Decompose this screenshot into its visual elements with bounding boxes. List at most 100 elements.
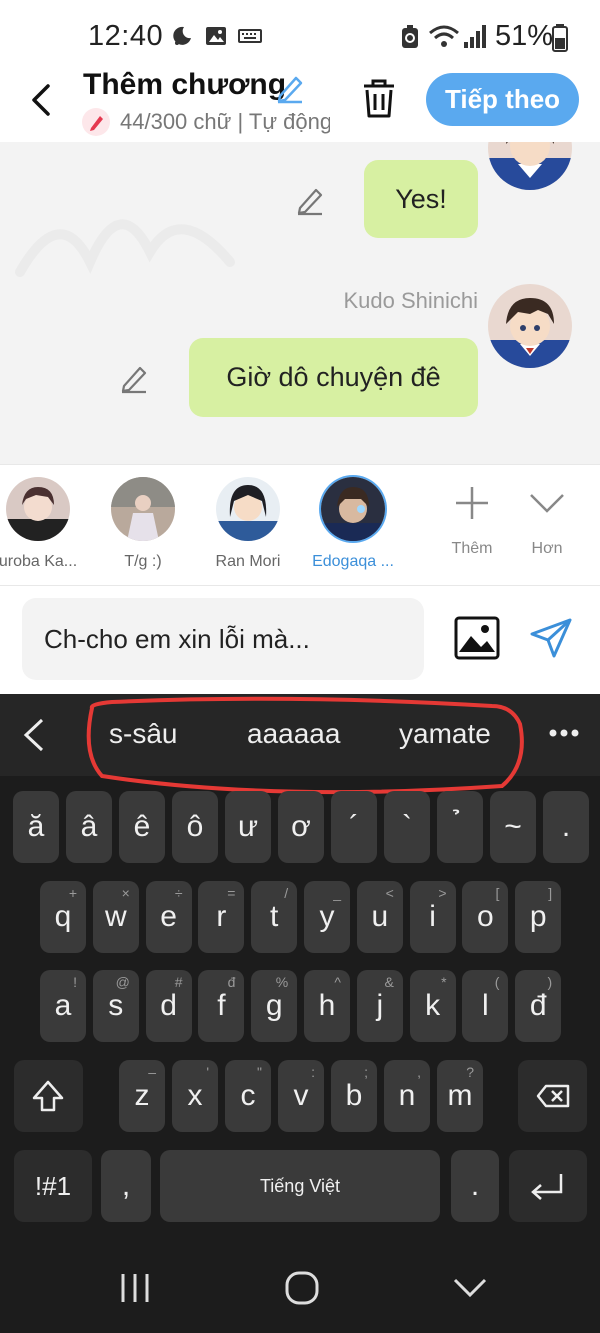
- key[interactable]: fđ: [198, 970, 245, 1042]
- key-label: a: [54, 989, 72, 1022]
- image-attach-icon[interactable]: [454, 616, 500, 660]
- key-secondary-label: %: [275, 974, 289, 990]
- comma-key[interactable]: ,: [101, 1150, 151, 1222]
- add-character-button[interactable]: Thêm: [434, 483, 510, 558]
- shift-key[interactable]: [14, 1060, 83, 1132]
- key[interactable]: ơ: [278, 791, 324, 863]
- key[interactable]: q +: [40, 881, 86, 953]
- key[interactable]: n,: [384, 1060, 430, 1132]
- avatar[interactable]: [488, 284, 572, 368]
- avatar: [111, 477, 175, 541]
- more-options-icon[interactable]: [548, 728, 580, 738]
- more-characters-button[interactable]: Hơn: [509, 483, 585, 558]
- key-secondary-label: ;: [364, 1064, 368, 1080]
- chevron-down-icon: [530, 494, 564, 513]
- key-label: v: [293, 1079, 309, 1112]
- key-secondary-label: :: [311, 1064, 315, 1080]
- key[interactable]: t /: [251, 881, 298, 953]
- avatar[interactable]: [488, 142, 572, 190]
- key-secondary-label: ": [257, 1064, 262, 1080]
- key-secondary-label: !: [73, 974, 77, 990]
- back-button[interactable]: [24, 78, 64, 122]
- key[interactable]: a!: [40, 970, 86, 1042]
- period-key[interactable]: .: [451, 1150, 499, 1222]
- key[interactable]: j &: [356, 970, 403, 1042]
- key[interactable]: ă: [13, 791, 59, 863]
- recent-apps-icon[interactable]: [118, 1271, 152, 1305]
- key[interactable]: b;: [331, 1060, 377, 1132]
- key[interactable]: i >: [409, 881, 456, 953]
- key[interactable]: u <: [356, 881, 403, 953]
- key[interactable]: h ^: [304, 970, 350, 1042]
- character-item[interactable]: T/g :): [93, 477, 193, 571]
- key-label: k: [425, 989, 441, 1022]
- clock: 12:40: [88, 20, 164, 52]
- character-item[interactable]: Ran Mori: [198, 477, 298, 571]
- message-bubble[interactable]: Giờ dô chuyện đê: [189, 338, 478, 417]
- message-input[interactable]: Ch-cho em xin lỗi mà...: [22, 598, 424, 680]
- key[interactable]: â: [66, 791, 112, 863]
- key[interactable]: `: [384, 791, 430, 863]
- key-secondary-label: ): [547, 974, 553, 990]
- annotation-circle: [86, 696, 524, 795]
- key-label: b: [345, 1079, 363, 1112]
- plus-icon: [456, 487, 488, 519]
- home-icon[interactable]: [284, 1270, 320, 1306]
- edit-message-icon[interactable]: [294, 184, 326, 216]
- key[interactable]: ~: [490, 791, 536, 863]
- signal-icon: [464, 25, 486, 48]
- key[interactable]: d #: [145, 970, 192, 1042]
- key[interactable]: c ": [225, 1060, 271, 1132]
- key[interactable]: e ÷: [145, 881, 192, 953]
- send-icon[interactable]: [528, 616, 574, 660]
- key-label: z: [134, 1079, 150, 1112]
- key[interactable]: ê: [119, 791, 165, 863]
- edit-title-icon[interactable]: [274, 72, 306, 104]
- key-label: â: [80, 810, 98, 843]
- key-secondary-label: đ: [227, 974, 236, 990]
- key-secondary-label: /: [284, 885, 289, 901]
- watermark-decoration: [15, 219, 235, 277]
- sender-name: Kudo Shinichi: [343, 288, 478, 313]
- symbols-key[interactable]: !#1: [14, 1150, 92, 1222]
- delete-button[interactable]: [358, 76, 400, 120]
- key[interactable]: w ×: [92, 881, 139, 953]
- system-nav-bar: [0, 1259, 600, 1333]
- key[interactable]: ư: [225, 791, 271, 863]
- back-nav-icon[interactable]: [452, 1273, 488, 1303]
- key[interactable]: m?: [437, 1060, 483, 1132]
- enter-key[interactable]: [509, 1150, 587, 1222]
- key-secondary-label: <: [385, 885, 394, 901]
- character-item[interactable]: uroba Ka...: [0, 477, 88, 571]
- key[interactable]: l(: [462, 970, 509, 1042]
- key[interactable]: g%: [251, 970, 298, 1042]
- key[interactable]: p]: [515, 881, 562, 953]
- key-label: d: [160, 989, 177, 1022]
- key[interactable]: .: [543, 791, 589, 863]
- key[interactable]: x ': [172, 1060, 218, 1132]
- key[interactable]: ô: [172, 791, 218, 863]
- key[interactable]: k *: [409, 970, 456, 1042]
- space-key[interactable]: Tiếng Việt: [160, 1150, 440, 1222]
- pencil-badge-icon: [82, 108, 110, 136]
- edit-message-icon[interactable]: [118, 362, 150, 394]
- backspace-key[interactable]: [518, 1060, 587, 1132]
- key-label: w: [104, 900, 127, 933]
- key[interactable]: ̉: [437, 791, 483, 863]
- key[interactable]: r =: [198, 881, 245, 953]
- battery-percent: 51%: [495, 20, 554, 52]
- chevron-left-icon[interactable]: [20, 716, 48, 754]
- backspace-icon: [536, 1084, 570, 1108]
- key[interactable]: y _: [304, 881, 350, 953]
- key-label: ă: [27, 810, 45, 843]
- more-label: Hơn: [531, 540, 563, 557]
- next-button[interactable]: Tiếp theo: [426, 73, 579, 126]
- key[interactable]: đ): [515, 970, 562, 1042]
- character-item[interactable]: Edogaqa ...: [303, 477, 403, 571]
- key[interactable]: s @: [92, 970, 139, 1042]
- key[interactable]: v:: [278, 1060, 324, 1132]
- message-bubble[interactable]: Yes!: [364, 160, 478, 238]
- key[interactable]: z –: [119, 1060, 165, 1132]
- key[interactable]: o[: [462, 881, 509, 953]
- key[interactable]: ´: [331, 791, 377, 863]
